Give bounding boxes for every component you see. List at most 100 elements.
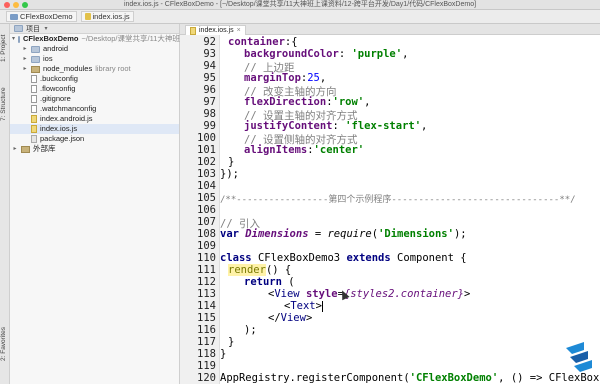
- tool-window-strip: 1: Project 7: Structure 2: Favorites: [0, 24, 10, 384]
- tree-item-ios[interactable]: ▸ ios: [10, 54, 179, 64]
- navigation-bar: CFlexBoxDemo index.ios.js: [0, 10, 600, 24]
- folder-icon: [18, 35, 21, 43]
- code-line: backgroundColor: 'purple',: [244, 48, 409, 60]
- tree-item-label: node_modules: [43, 64, 93, 73]
- tree-item-watchmanconfig[interactable]: .watchmanconfig: [10, 104, 179, 114]
- expand-arrow-icon[interactable]: ▾: [12, 34, 15, 44]
- breadcrumb-file-label: index.ios.js: [92, 12, 130, 21]
- code-line: );: [244, 324, 257, 336]
- code-tag: View: [274, 288, 300, 300]
- line-number: 112: [197, 276, 216, 288]
- line-number: 92: [203, 36, 216, 48]
- tree-item-buckconfig[interactable]: .buckconfig: [10, 74, 179, 84]
- chevron-down-icon[interactable]: ▾: [43, 25, 49, 32]
- tree-item-package-json[interactable]: package.json: [10, 134, 179, 144]
- code-expression: {styles2.container}: [343, 288, 464, 300]
- tree-item-gitignore[interactable]: .gitignore: [10, 94, 179, 104]
- code-call: AppRegistry.registerComponent(: [220, 372, 410, 384]
- js-file-icon: [190, 26, 196, 35]
- library-root-tag: library root: [95, 64, 131, 73]
- collapse-arrow-icon[interactable]: ▸: [22, 64, 28, 74]
- tree-item-label: index.ios.js: [40, 124, 78, 133]
- favorites-tool-tab[interactable]: 2: Favorites: [0, 320, 10, 368]
- tree-item-index-ios[interactable]: index.ios.js: [10, 124, 179, 134]
- config-file-icon: [31, 85, 37, 93]
- line-number: 114: [197, 300, 216, 312]
- tab-index-ios[interactable]: index.ios.js ×: [185, 25, 246, 35]
- code-editor[interactable]: container:{ backgroundColor: 'purple', /…: [220, 35, 600, 384]
- line-number: 99: [203, 120, 216, 132]
- tree-item-label: package.json: [40, 134, 85, 143]
- window-controls: [4, 2, 28, 8]
- line-number: 117: [197, 336, 216, 348]
- code-line: return (: [244, 276, 295, 288]
- line-number: 111: [197, 264, 216, 276]
- code-line: });: [220, 168, 239, 180]
- collapse-arrow-icon[interactable]: ▸: [22, 44, 28, 54]
- code-class-name: CFlexBoxDemo3: [257, 252, 341, 264]
- code-line: marginTop:25,: [244, 72, 327, 84]
- collapse-arrow-icon[interactable]: ▸: [22, 54, 28, 64]
- code-line: <View style={styles2.container}>: [268, 288, 471, 300]
- folder-icon: [10, 13, 18, 20]
- code-property: container: [228, 36, 285, 48]
- code-string: 'CFlexBoxDemo': [409, 372, 499, 384]
- line-number: 106: [197, 204, 216, 216]
- tree-item-android[interactable]: ▸ android: [10, 44, 179, 54]
- code-line: }: [228, 336, 235, 348]
- close-window-icon[interactable]: [4, 2, 10, 8]
- code-line: render() {: [228, 264, 292, 276]
- text-cursor: [321, 300, 323, 312]
- code-keyword: class: [220, 252, 252, 264]
- code-string: 'purple': [351, 48, 403, 60]
- code-line: <Text>: [284, 300, 323, 312]
- code-line: </View>: [268, 312, 313, 324]
- zoom-window-icon[interactable]: [22, 2, 28, 8]
- line-number: 105: [197, 192, 216, 204]
- tree-root[interactable]: ▾ CFlexBoxDemo ~/Desktop/课堂共享/11大神班...: [10, 34, 186, 44]
- tree-item-node-modules[interactable]: ▸ node_modules library root: [10, 64, 179, 74]
- structure-tool-tab[interactable]: 7: Structure: [0, 80, 10, 128]
- code-property: alignItems: [244, 144, 308, 156]
- tree-item-label: android: [43, 44, 69, 53]
- line-number-gutter: 92 93 94 95 96 97 98 99 100 101 102 103 …: [180, 35, 220, 384]
- tree-item-label: index.android.js: [40, 114, 93, 123]
- code-property: backgroundColor: [244, 48, 339, 60]
- tree-external-libraries[interactable]: ▸ 外部库: [10, 144, 179, 154]
- code-function: require: [327, 228, 372, 240]
- line-number: 100: [197, 132, 216, 144]
- breadcrumb-project[interactable]: CFlexBoxDemo: [6, 11, 77, 22]
- minimize-window-icon[interactable]: [13, 2, 19, 8]
- tree-item-flowconfig[interactable]: .flowconfig: [10, 84, 179, 94]
- title-bar: index.ios.js - CFlexBoxDemo - [~/Desktop…: [0, 0, 600, 10]
- line-number: 98: [203, 108, 216, 120]
- line-number: 102: [197, 156, 216, 168]
- code-function: render: [228, 264, 266, 276]
- folder-icon: [31, 45, 40, 53]
- project-tool-tab[interactable]: 1: Project: [0, 28, 10, 68]
- library-icon: [21, 145, 30, 153]
- code-property: flexDirection: [244, 96, 327, 108]
- code-line: alignItems:'center': [244, 144, 365, 156]
- code-line: container:{: [228, 36, 298, 48]
- project-view-selector[interactable]: 项目: [26, 24, 40, 34]
- close-tab-icon[interactable]: ×: [237, 26, 241, 35]
- project-panel: 项目 ▾ ▾ CFlexBoxDemo ~/Desktop/课堂共享/11大神班…: [10, 24, 186, 384]
- watermark-logo-icon: [566, 342, 592, 372]
- line-number: 93: [203, 48, 216, 60]
- line-number: 116: [197, 324, 216, 336]
- line-number: 95: [203, 72, 216, 84]
- breadcrumb-file[interactable]: index.ios.js: [80, 11, 134, 22]
- breadcrumb-project-label: CFlexBoxDemo: [20, 12, 73, 21]
- line-number: 110: [197, 252, 216, 264]
- tree-item-index-android[interactable]: index.android.js: [10, 114, 179, 124]
- project-view-icon: [14, 25, 23, 32]
- line-number: 97: [203, 96, 216, 108]
- line-number: 96: [203, 84, 216, 96]
- tree-item-label: .flowconfig: [40, 84, 76, 93]
- collapse-arrow-icon[interactable]: ▸: [12, 144, 18, 154]
- line-number: 113: [197, 288, 216, 300]
- code-variable: Dimensions: [245, 228, 309, 240]
- project-panel-header: 项目 ▾: [10, 24, 179, 34]
- line-number: 101: [197, 144, 216, 156]
